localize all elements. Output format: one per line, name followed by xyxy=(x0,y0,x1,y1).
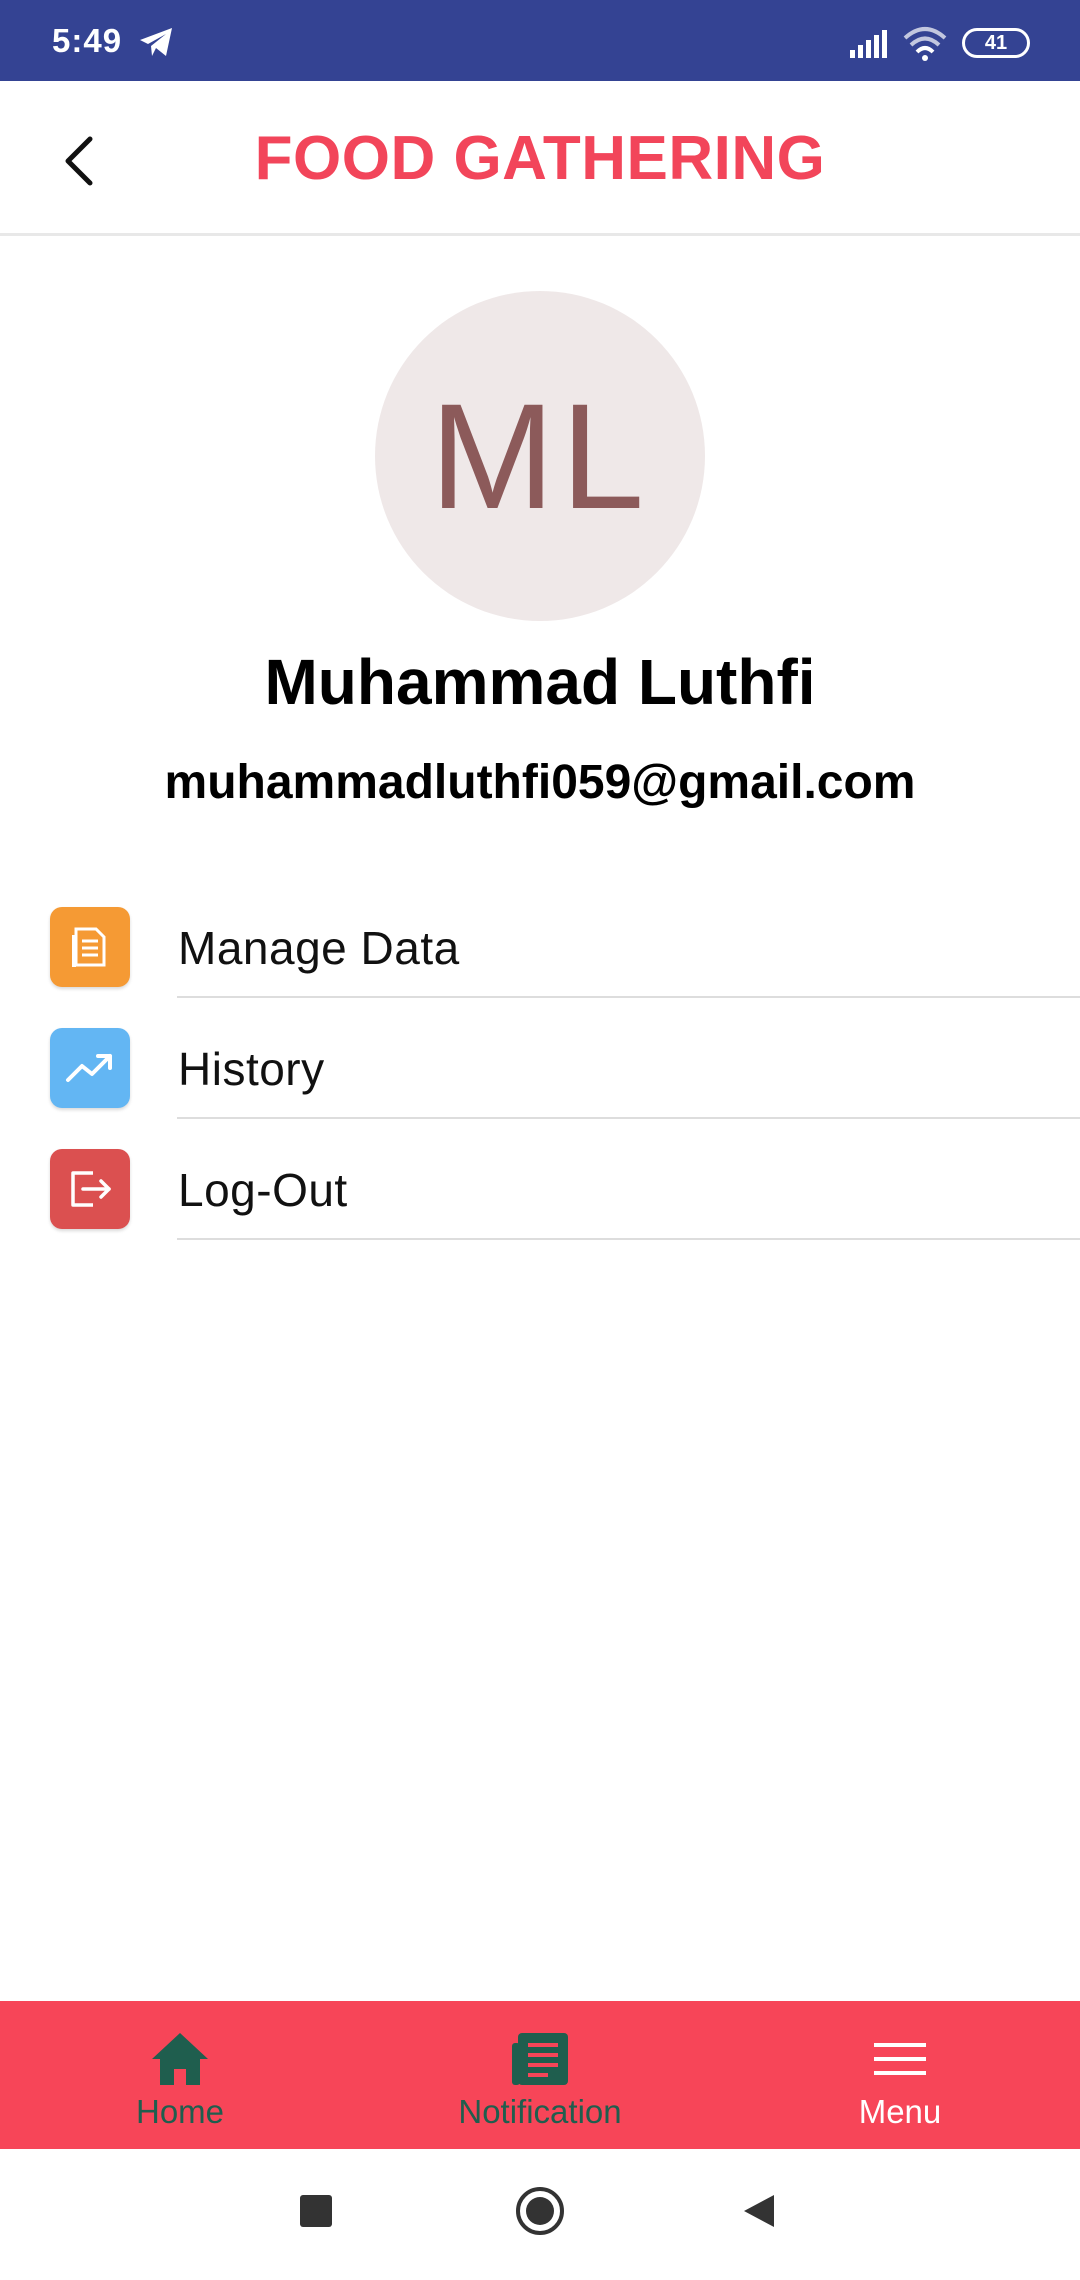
profile-name: Muhammad Luthfi xyxy=(264,646,816,718)
bottom-nav: Home Notification Menu xyxy=(0,2001,1080,2149)
signal-icon xyxy=(850,30,887,58)
app-bar: FOOD GATHERING xyxy=(0,81,1080,236)
menu-item-manage-data[interactable]: Manage Data xyxy=(0,877,1080,998)
nav-item-home[interactable]: Home xyxy=(0,2001,360,2149)
status-time: 5:49 xyxy=(52,22,123,59)
telegram-icon xyxy=(140,28,172,56)
system-nav-bar xyxy=(0,2149,1080,2280)
battery-level: 41 xyxy=(984,31,1008,54)
newspaper-icon xyxy=(512,2033,568,2085)
divider xyxy=(177,1238,1080,1240)
menu-item-logout[interactable]: Log-Out xyxy=(0,1119,1080,1240)
home-icon xyxy=(152,2033,208,2085)
menu-item-label: Log-Out xyxy=(178,1164,348,1216)
menu-item-label: Manage Data xyxy=(178,922,460,974)
menu-item-history[interactable]: History xyxy=(0,998,1080,1119)
menu-icon xyxy=(874,2043,926,2075)
wifi-icon xyxy=(903,27,947,61)
menu-item-label: History xyxy=(178,1043,325,1095)
nav-label: Home xyxy=(135,2093,225,2130)
home-button-icon[interactable] xyxy=(514,2185,566,2237)
document-icon xyxy=(50,907,130,987)
battery-icon: 41 xyxy=(962,28,1030,58)
status-bar: 5:49 41 xyxy=(0,0,1080,81)
avatar: ML xyxy=(375,291,705,621)
nav-item-menu[interactable]: Menu xyxy=(720,2001,1080,2149)
trending-up-icon xyxy=(50,1028,130,1108)
nav-item-notification[interactable]: Notification xyxy=(360,2001,720,2149)
nav-label: Menu xyxy=(858,2093,942,2130)
profile-email: muhammadluthfi059@gmail.com xyxy=(164,756,916,809)
nav-label: Notification xyxy=(458,2093,622,2130)
recents-icon[interactable] xyxy=(296,2191,336,2231)
back-triangle-icon[interactable] xyxy=(740,2191,780,2231)
logout-icon xyxy=(50,1149,130,1229)
avatar-initials: ML xyxy=(429,371,651,540)
page-title: FOOD GATHERING xyxy=(254,124,826,193)
